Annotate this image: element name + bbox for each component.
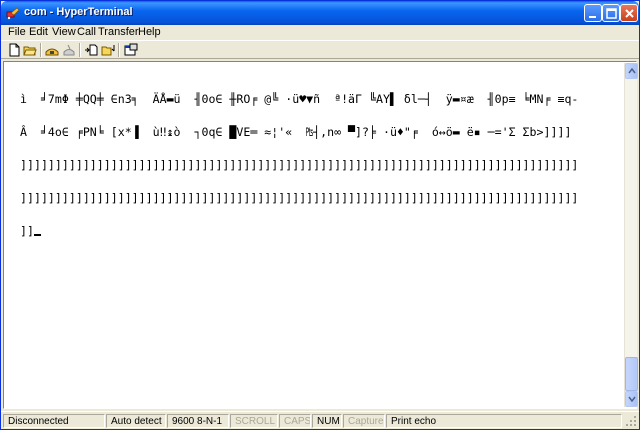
terminal-line: ]]]]]]]]]]]]]]]]]]]]]]]]]]]]]]]]]]]]]]]]…	[20, 191, 579, 205]
hyperterminal-app-icon[interactable]	[6, 6, 20, 20]
menu-transfer[interactable]: Transfer	[98, 26, 139, 38]
maximize-icon	[606, 8, 617, 19]
receive-icon	[101, 45, 115, 56]
connect-icon	[45, 48, 59, 56]
status-scroll: SCROLL	[230, 414, 278, 428]
terminal-screen[interactable]: ì ╛7mΦ ╪QQ╪ ∈n3╕ ÄÅ▬ü ╢0o∈ ╫RO╒ @╚ ·ü♥▼ñ…	[5, 63, 623, 407]
menu-call[interactable]: Call	[77, 26, 96, 38]
properties-icon	[124, 43, 138, 56]
scroll-up-button[interactable]	[625, 63, 638, 79]
terminal-line: Â ╛4o∈ ╒PN╘ [x*▐ ù‼↨ò ┐0q∈ █VE═ ≈¦'« ₧┤,…	[20, 125, 572, 139]
menu-help[interactable]: Help	[138, 26, 161, 38]
properties-button[interactable]	[123, 42, 140, 58]
minimize-button[interactable]	[584, 4, 602, 22]
status-num: NUM	[312, 414, 342, 428]
new-icon	[9, 43, 20, 57]
window-title: com - HyperTerminal	[24, 6, 133, 18]
terminal-line: ]]]]]]]]]]]]]]]]]]]]]]]]]]]]]]]]]]]]]]]]…	[20, 158, 579, 172]
arrow-up-icon	[628, 68, 636, 74]
menu-file[interactable]: File	[8, 26, 26, 38]
scroll-down-button[interactable]	[625, 391, 638, 407]
status-settings: 9600 8-N-1	[167, 414, 229, 428]
resize-grip-icon[interactable]	[625, 415, 637, 427]
disconnect-icon	[63, 44, 75, 56]
vertical-scrollbar[interactable]	[624, 63, 638, 407]
status-bar: Disconnected Auto detect 9600 8-N-1 SCRO…	[1, 411, 639, 429]
menu-view[interactable]: View	[52, 26, 76, 38]
status-capture: Capture	[343, 414, 385, 428]
connect-button[interactable]	[44, 42, 61, 58]
menu-edit[interactable]: Edit	[29, 26, 48, 38]
status-caps: CAPS	[279, 414, 311, 428]
status-connection: Disconnected	[3, 414, 105, 428]
text-cursor	[33, 234, 41, 236]
title-bar[interactable]: com - HyperTerminal	[1, 1, 639, 25]
open-button[interactable]	[22, 42, 39, 58]
toolbar	[1, 40, 639, 59]
terminal-line: ]]	[20, 224, 34, 238]
open-icon	[23, 46, 37, 56]
maximize-button[interactable]	[602, 4, 620, 22]
terminal-line: ì ╛7mΦ ╪QQ╪ ∈n3╕ ÄÅ▬ü ╢0o∈ ╫RO╒ @╚ ·ü♥▼ñ…	[20, 92, 579, 106]
scroll-thumb[interactable]	[625, 357, 638, 391]
receive-button[interactable]	[100, 42, 117, 58]
hyperterminal-window: com - HyperTerminal File Edit View Call …	[0, 0, 640, 430]
status-detect: Auto detect	[106, 414, 166, 428]
send-button[interactable]	[83, 42, 100, 58]
close-icon	[625, 9, 634, 18]
minimize-icon	[589, 16, 596, 18]
send-icon	[85, 44, 98, 56]
arrow-down-icon	[628, 396, 636, 402]
close-button[interactable]	[620, 4, 638, 22]
terminal-output: ì ╛7mΦ ╪QQ╪ ∈n3╕ ÄÅ▬ü ╢0o∈ ╫RO╒ @╚ ·ü♥▼ñ…	[20, 72, 578, 259]
disconnect-button[interactable]	[61, 42, 78, 58]
new-connection-button[interactable]	[6, 42, 23, 58]
status-print-echo: Print echo	[386, 414, 622, 428]
menu-bar: File Edit View Call Transfer Help	[1, 25, 639, 40]
terminal-frame: ì ╛7mΦ ╪QQ╪ ∈n3╕ ÄÅ▬ü ╢0o∈ ╫RO╒ @╚ ·ü♥▼ñ…	[3, 61, 638, 409]
